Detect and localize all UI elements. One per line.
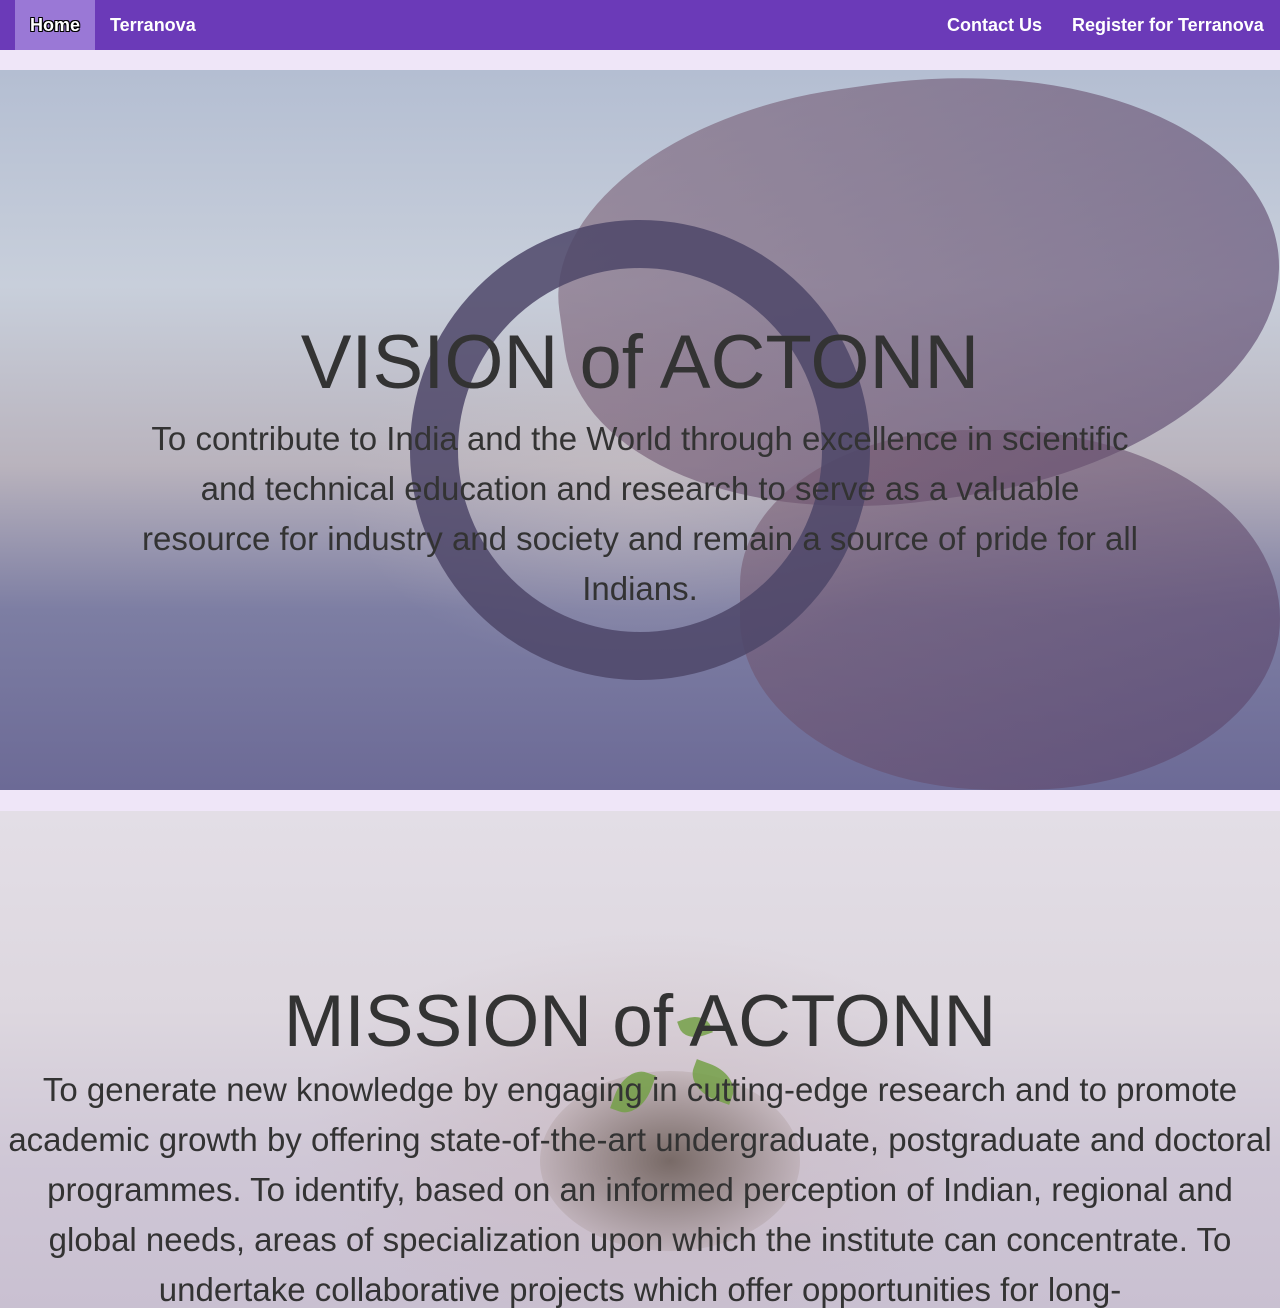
top-navbar: Home Terranova Contact Us Register for T… xyxy=(0,0,1280,50)
vision-title: VISION of ACTONN xyxy=(300,320,980,405)
mission-title: MISSION of ACTONN xyxy=(283,981,997,1062)
nav-home-link[interactable]: Home xyxy=(15,0,95,50)
mission-text: To generate new knowledge by engaging in… xyxy=(8,1071,1272,1308)
nav-register-link[interactable]: Register for Terranova xyxy=(1072,0,1264,50)
vision-section: VISION of ACTONN To contribute to India … xyxy=(0,70,1280,790)
nav-terranova-link[interactable]: Terranova xyxy=(110,0,196,50)
nav-contact-link[interactable]: Contact Us xyxy=(947,0,1042,50)
vision-text: To contribute to India and the World thr… xyxy=(142,420,1138,607)
mission-section: MISSION of ACTONN To generate new knowle… xyxy=(0,811,1280,1308)
